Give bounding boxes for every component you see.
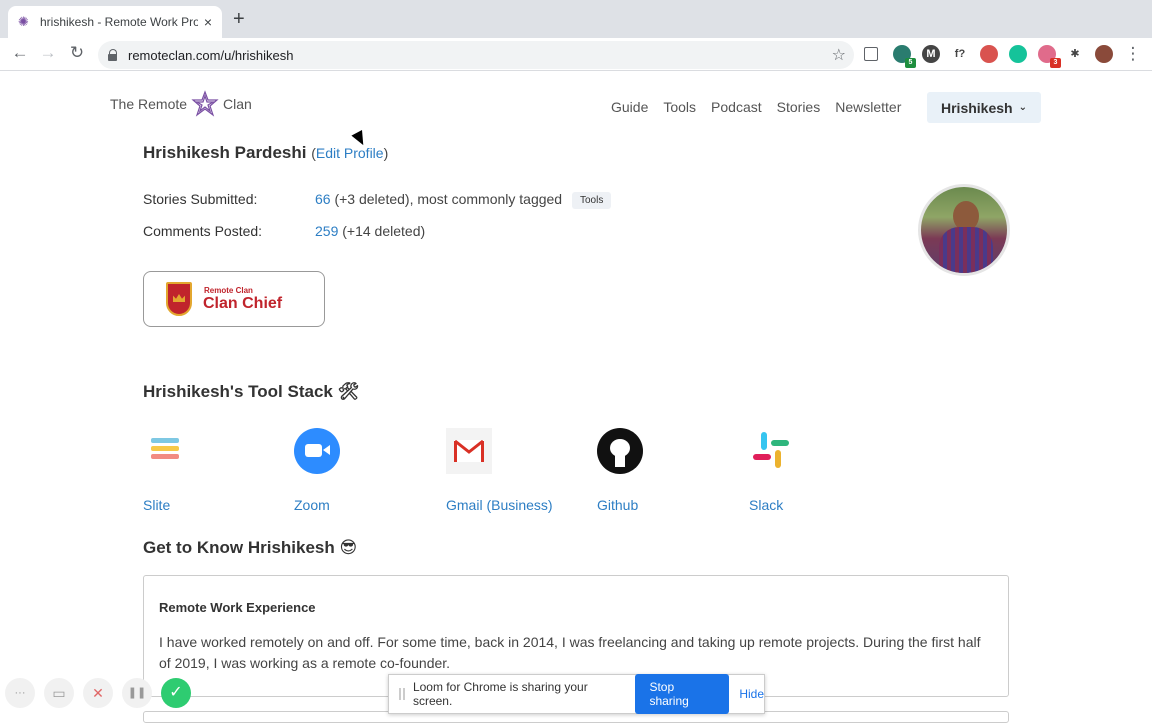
url-text: remoteclan.com/u/hrishikesh [128,47,294,63]
loom-sharing-bar: Loom for Chrome is sharing your screen. … [388,674,765,714]
nav-podcast[interactable]: Podcast [711,99,762,115]
badge-title: Clan Chief [203,295,283,312]
clan-chief-badge: Remote Clan Clan Chief [143,271,325,327]
know-heading: Get to Know Hrishikesh 😎 [143,538,358,557]
hide-button[interactable]: Hide [739,687,764,701]
address-bar[interactable]: remoteclan.com/u/hrishikesh ☆ [98,41,854,69]
stories-rest: (+3 deleted), most commonly tagged [330,191,563,207]
extension-globe-icon[interactable]: 5 [893,45,916,68]
zoom-camera-body [305,444,322,457]
loom-sharing-message: Loom for Chrome is sharing your screen. [412,680,588,708]
card-heading: Remote Work Experience [159,600,316,615]
user-menu-button[interactable]: Hrishikesh ⌄ [927,92,1041,123]
gmail-envelope-icon [454,440,484,462]
remote-clan-favicon-icon: ✺ [18,14,29,29]
loom-more-button[interactable]: ··· [5,678,35,708]
nav-newsletter[interactable]: Newsletter [835,99,901,115]
chevron-down-icon: ⌄ [1018,102,1027,113]
extension-badge: 3 [1050,58,1061,68]
tab-title: hrishikesh - Remote Work Profile [39,15,198,29]
extension-f-icon[interactable]: f? [951,45,969,63]
extension-chrome-icon[interactable] [980,45,998,63]
tool-name: Github [597,497,639,513]
site-nav: Guide Tools Podcast Stories Newsletter [611,99,916,115]
extension-m-icon[interactable]: M [922,45,940,63]
nav-stories[interactable]: Stories [777,99,821,115]
comments-rest: (+14 deleted) [338,223,426,239]
loom-cancel-button[interactable]: ✕ [83,678,113,708]
card-body: I have worked remotely on and off. For s… [159,634,981,671]
tool-name: Gmail (Business) [446,497,553,513]
tool-name: Zoom [294,497,330,513]
stories-count-link[interactable]: 66 [315,191,331,207]
forward-button[interactable]: → [37,43,59,63]
profile-avatar-icon[interactable] [1095,45,1113,63]
loom-pause-button[interactable]: ❚❚ [122,678,152,708]
lock-icon [108,49,118,61]
user-menu-label: Hrishikesh [941,99,1013,116]
avatar-shirt [939,227,993,273]
tool-github[interactable]: Github [597,428,643,513]
reload-button[interactable]: ↻ [66,43,88,63]
loom-camera-button[interactable]: ▭ [44,678,74,708]
profile-heading: Hrishikesh Pardeshi (Edit Profile) [143,143,388,163]
nav-tools[interactable]: Tools [663,99,696,115]
screenshot-extension-icon[interactable] [864,47,878,61]
comments-label: Comments Posted: [143,223,263,239]
crown-icon [173,294,185,302]
chrome-menu-icon[interactable]: ⋮ [1122,44,1144,64]
comments-stat-row: Comments Posted: 259 (+14 deleted) [143,223,425,239]
loom-done-button[interactable]: ✓ [161,678,191,708]
close-tab-icon[interactable]: × [204,14,212,30]
comments-count-link[interactable]: 259 [315,223,338,239]
slite-bar-3 [151,454,179,459]
edit-close-paren: ) [383,145,389,161]
tool-name: Slack [749,497,784,513]
stories-stat-row: Stories Submitted: 66 (+3 deleted), most … [143,191,612,209]
drag-handle-icon[interactable] [399,688,405,700]
back-button[interactable]: ← [9,43,31,63]
tool-slite[interactable]: Slite [143,428,189,513]
zoom-camera-lens [323,445,330,455]
slite-bar-2 [151,446,179,451]
tool-name: Slite [143,497,171,513]
profile-name: Hrishikesh Pardeshi [143,143,307,162]
tag-pill-tools[interactable]: Tools [571,192,612,209]
badge-small-text: Remote Clan [204,286,253,295]
slack-icon [749,428,795,474]
stop-sharing-button[interactable]: Stop sharing [635,674,730,714]
extension-grammarly-icon[interactable] [1009,45,1027,63]
tool-stack-heading: Hrishikesh's Tool Stack 🛠 [143,382,360,401]
clan-star-logo-icon [191,90,219,117]
profile-avatar [918,184,1010,276]
stories-label: Stories Submitted: [143,191,258,207]
github-icon [597,428,643,474]
slite-icon [143,428,189,474]
new-tab-button[interactable]: + [233,8,245,31]
github-cat-neck [615,455,625,467]
browser-tab[interactable]: ✺ hrishikesh - Remote Work Profile × [8,6,222,38]
extensions-puzzle-icon[interactable]: ✱ [1066,45,1084,63]
crown-shield-icon [166,282,192,316]
browser-toolbar: ← → ↻ remoteclan.com/u/hrishikesh ☆ 5 Mf?… [0,38,1152,71]
edit-profile-wrapper: (Edit Profile) [311,145,388,161]
edit-profile-link[interactable]: Edit Profile [316,145,384,161]
tool-gmail[interactable]: Gmail (Business) [446,428,553,513]
slack-hash-icon [753,432,789,468]
site-logo[interactable]: The Remote Clan [110,90,252,118]
slite-bar-1 [151,438,179,443]
nav-guide[interactable]: Guide [611,99,648,115]
extension-badge: 5 [905,58,916,68]
logo-text-right: Clan [223,96,252,112]
bookmark-star-icon[interactable]: ☆ [832,45,846,65]
zoom-icon [294,428,340,474]
tool-slack[interactable]: Slack [749,428,795,513]
extension-pink-icon[interactable]: 3 [1038,45,1061,68]
tool-zoom[interactable]: Zoom [294,428,340,513]
browser-tab-bar: ✺ hrishikesh - Remote Work Profile × + [0,0,1152,38]
gmail-icon [446,428,492,474]
logo-text-left: The Remote [110,96,188,112]
